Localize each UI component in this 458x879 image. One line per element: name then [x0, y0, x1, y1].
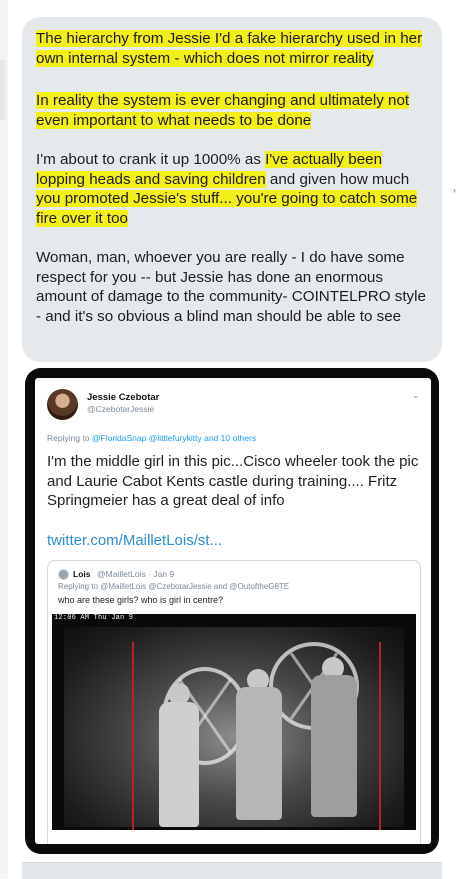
- quote-text: who are these girls? who is girl in cent…: [58, 595, 224, 605]
- photo-figure: [159, 702, 199, 827]
- quote-author-meta: @MailletLois · Jan 9: [97, 569, 175, 579]
- tweet-reply-line: Replying to @FloridaSnap @littlefurykitt…: [47, 433, 257, 443]
- user-avatar-small: [58, 569, 69, 580]
- user-avatar: [47, 389, 78, 420]
- left-rail: [0, 0, 8, 878]
- message-paragraph-2: In reality the system is ever changing a…: [36, 92, 410, 129]
- photo-timestamp: 12:06 AM Thu Jan 9: [54, 614, 134, 622]
- attached-screenshot[interactable]: Jessie Czebotar @CzebotarJessie ⌄ Replyi…: [25, 368, 439, 854]
- photo-figure: [236, 687, 282, 820]
- quote-reply-line: Replying to @MailletLois @CzebotarJessie…: [58, 582, 290, 591]
- message-bubble: The hierarchy from Jessie I'd a fake hie…: [22, 17, 442, 362]
- quote-photo: 12:06 AM Thu Jan 9: [52, 614, 416, 830]
- quote-author-name: Lois: [73, 569, 91, 579]
- right-rail: ›: [451, 0, 458, 878]
- browser-tab-strip: [22, 862, 442, 879]
- photo-figure: [311, 675, 357, 817]
- embedded-tweet: Jessie Czebotar @CzebotarJessie ⌄ Replyi…: [35, 378, 431, 844]
- chevron-down-icon: ⌄: [412, 390, 420, 400]
- message-paragraph-3: I'm about to crank it up 1000% as I've a…: [36, 151, 418, 227]
- photo-frame-line: [379, 642, 381, 830]
- photo-scene: [64, 627, 404, 830]
- quoted-tweet: Lois @MailletLois · Jan 9 Replying to @M…: [47, 560, 421, 844]
- tweet-author-handle: @CzebotarJessie: [87, 404, 155, 414]
- tweet-text: I'm the middle girl in this pic...Cisco …: [47, 453, 419, 509]
- message-paragraph-4: Woman, man, whoever you are really - I d…: [36, 249, 426, 325]
- tweet-link: twitter.com/MailletLois/st...: [47, 532, 223, 549]
- tweet-author-name: Jessie Czebotar: [87, 392, 160, 403]
- scroll-caret-icon: ›: [453, 185, 456, 195]
- message-paragraph-1: The hierarchy from Jessie I'd a fake hie…: [36, 30, 423, 67]
- photo-frame-line: [132, 642, 134, 830]
